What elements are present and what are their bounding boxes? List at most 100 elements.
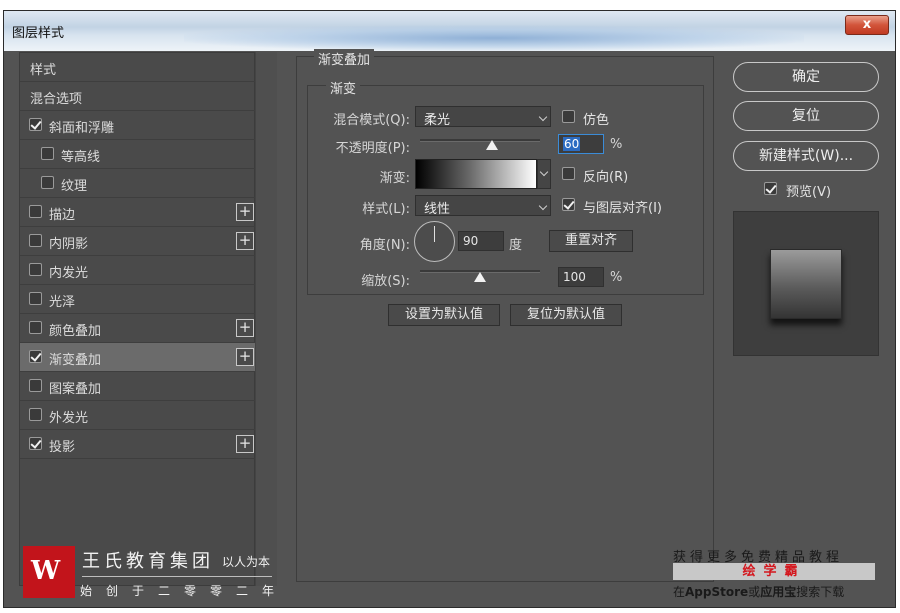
brand-logo-mark: W	[31, 556, 61, 586]
title-bar[interactable]: 图层样式 x	[4, 11, 895, 51]
opacity-value: 60	[563, 137, 581, 151]
style-list-item[interactable]: 样式	[20, 53, 256, 82]
angle-input[interactable]: 90	[458, 231, 504, 251]
style-list-checkbox[interactable]	[41, 176, 54, 189]
style-list-checkbox[interactable]	[29, 408, 42, 421]
style-list-item[interactable]: 等高线	[20, 140, 256, 169]
gradient-style-value: 线性	[424, 202, 451, 217]
preview-label: 预览(V)	[786, 185, 832, 200]
style-list-label: 内阴影	[49, 237, 89, 252]
watermark-founded: 始创于二零零二年	[80, 584, 289, 598]
style-list-item[interactable]: 投影 +	[20, 430, 256, 459]
style-list-label: 光泽	[49, 295, 76, 310]
align-with-layer-label: 与图层对齐(I)	[583, 201, 662, 216]
scale-value: 100	[563, 270, 586, 284]
style-list-item[interactable]: 外发光	[20, 401, 256, 430]
style-list-label: 等高线	[61, 150, 101, 165]
gradient-style-select[interactable]: 线性	[415, 195, 551, 217]
style-list-checkbox[interactable]	[29, 350, 42, 363]
add-effect-button[interactable]: +	[236, 232, 254, 250]
add-effect-button[interactable]: +	[236, 319, 254, 337]
style-list-item[interactable]: 内发光	[20, 256, 256, 285]
reverse-checkbox[interactable]	[562, 167, 575, 180]
style-list-checkbox[interactable]	[41, 147, 54, 160]
make-default-button[interactable]: 设置为默认值	[388, 304, 500, 326]
plus-icon: +	[238, 231, 252, 249]
style-list-checkbox[interactable]	[29, 234, 42, 247]
align-with-layer-checkbox[interactable]	[562, 198, 575, 211]
reset-to-default-button[interactable]: 复位为默认值	[510, 304, 622, 326]
style-list-label: 描边	[49, 208, 76, 223]
promo-pre: 在	[673, 585, 686, 599]
angle-label: 角度(N):	[359, 238, 410, 253]
style-label: 样式(L):	[362, 202, 410, 217]
style-list-checkbox[interactable]	[29, 205, 42, 218]
promo-store: AppStore	[685, 585, 749, 599]
add-effect-button[interactable]: +	[236, 203, 254, 221]
ok-button[interactable]: 确定	[733, 62, 879, 92]
add-effect-button[interactable]: +	[236, 348, 254, 366]
style-list-label: 渐变叠加	[49, 353, 102, 368]
style-list-item[interactable]: 斜面和浮雕	[20, 111, 256, 140]
scale-unit: %	[610, 270, 623, 285]
style-list-label: 混合选项	[30, 92, 83, 107]
style-list-item[interactable]: 纹理	[20, 169, 256, 198]
gradient-overlay-title: 渐变叠加	[314, 49, 375, 68]
promo-post: 搜索下载	[796, 585, 845, 599]
chevron-down-icon	[539, 167, 549, 177]
style-list-item[interactable]: 内阴影 +	[20, 227, 256, 256]
blend-mode-select[interactable]: 柔光	[415, 106, 551, 128]
add-effect-button[interactable]: +	[236, 435, 254, 453]
opacity-slider[interactable]	[420, 139, 540, 142]
style-list-item[interactable]: 混合选项	[20, 82, 256, 111]
gradient-group-title: 渐变	[326, 78, 361, 97]
scale-input[interactable]: 100	[558, 267, 604, 287]
style-list-item[interactable]: 光泽	[20, 285, 256, 314]
style-list-checkbox[interactable]	[29, 379, 42, 392]
style-list-checkbox[interactable]	[29, 321, 42, 334]
angle-dial[interactable]	[414, 221, 455, 262]
brand-logo: W	[23, 546, 75, 598]
style-preview-thumbnail	[770, 249, 842, 319]
preview-checkbox[interactable]	[764, 182, 777, 195]
watermark-divider	[82, 576, 272, 577]
gradient-label: 渐变:	[379, 171, 410, 186]
dither-checkbox[interactable]	[562, 110, 575, 123]
promo-mid: 或	[748, 585, 761, 599]
opacity-input[interactable]: 60	[558, 134, 604, 154]
gradient-preview-swatch[interactable]	[415, 159, 537, 189]
angle-dial-needle	[434, 226, 435, 242]
dialog-title: 图层样式	[12, 26, 65, 41]
reset-button[interactable]: 复位	[733, 101, 879, 131]
style-list-item[interactable]: 颜色叠加 +	[20, 314, 256, 343]
style-list-label: 图案叠加	[49, 382, 102, 397]
reset-alignment-button[interactable]: 重置对齐	[549, 230, 633, 252]
watermark-slogan: 以人为本	[222, 555, 271, 569]
style-list-checkbox[interactable]	[29, 292, 42, 305]
plus-icon: +	[238, 318, 252, 336]
style-list-checkbox[interactable]	[29, 118, 42, 131]
scale-slider-handle[interactable]	[474, 272, 486, 282]
style-list-checkbox[interactable]	[29, 437, 42, 450]
new-style-button[interactable]: 新建样式(W)...	[733, 141, 879, 171]
style-list-label: 样式	[30, 63, 57, 78]
style-list-label: 纹理	[61, 179, 88, 194]
dither-label: 仿色	[583, 113, 610, 128]
plus-icon: +	[238, 347, 252, 365]
style-list-item[interactable]: 描边 +	[20, 198, 256, 227]
style-list-label: 颜色叠加	[49, 324, 102, 339]
style-list-checkbox[interactable]	[29, 263, 42, 276]
style-list-label: 外发光	[49, 411, 89, 426]
opacity-unit: %	[610, 137, 623, 152]
promo-app: 应用宝	[760, 585, 797, 599]
style-list-label: 内发光	[49, 266, 89, 281]
opacity-slider-handle[interactable]	[486, 140, 498, 150]
scale-label: 缩放(S):	[361, 274, 410, 289]
style-list: 样式混合选项斜面和浮雕等高线纹理描边 + 内阴影 + 内发光光泽颜色叠加 + 渐变叠加 + 图案…	[19, 52, 256, 586]
style-list-item[interactable]: 图案叠加	[20, 372, 256, 401]
watermark-promo-bottom: 在AppStore或应用宝搜索下载	[673, 583, 844, 600]
close-button[interactable]: x	[845, 15, 889, 35]
style-list-item[interactable]: 渐变叠加 +	[20, 343, 256, 372]
gradient-picker-dropdown[interactable]	[537, 159, 551, 189]
style-list-scrollbar[interactable]	[255, 52, 277, 586]
